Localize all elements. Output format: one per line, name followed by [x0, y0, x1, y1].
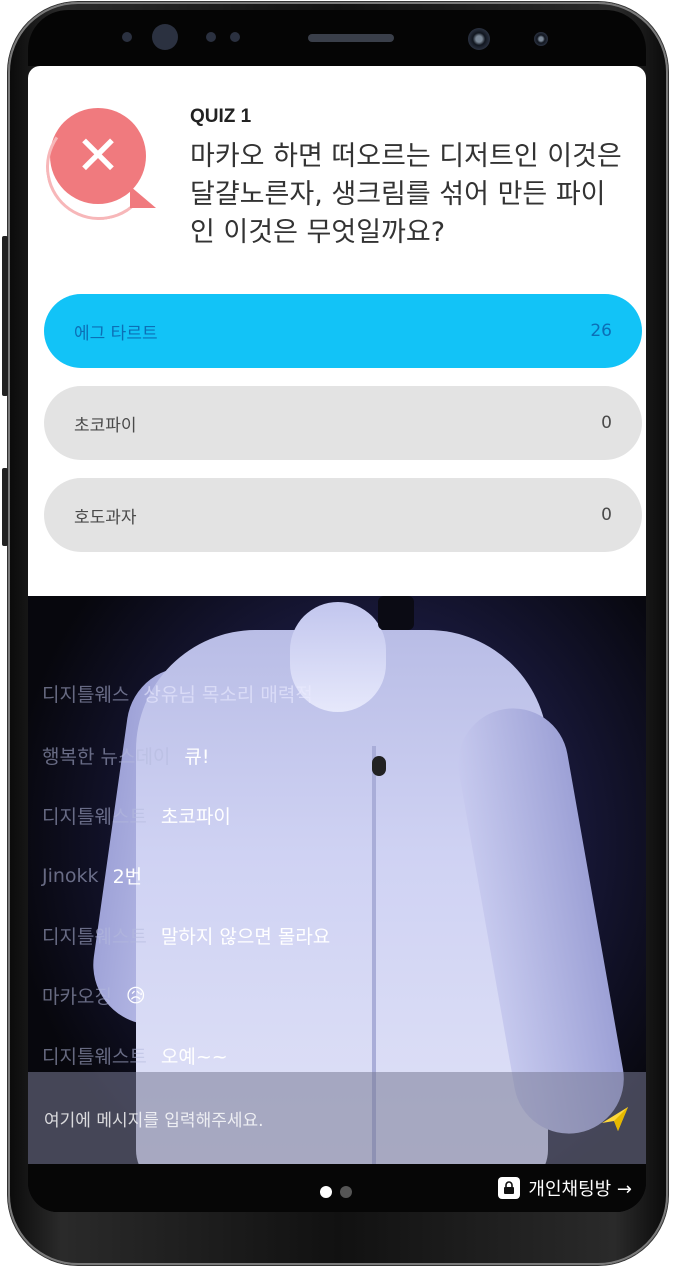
quiz-option-3[interactable]: 호도과자 0 — [44, 478, 642, 552]
sensor-dot — [122, 32, 132, 42]
private-chat-label: 개인채팅방 → — [528, 1179, 632, 1200]
chat-text: 2번 — [112, 866, 143, 888]
option-label: 에그 타르트 — [74, 323, 158, 344]
front-camera — [468, 28, 490, 50]
chat-username: 디지틀웨스 — [42, 684, 130, 706]
chat-text: 오예~~ — [160, 1046, 228, 1068]
chat-message: 행복한 뉴스데이 큐! — [42, 742, 210, 769]
quiz-number: QUIZ 1 — [190, 106, 252, 127]
app-screen: ✕ QUIZ 1 마카오 하면 떠오르는 디저트인 이것은 달걀노른자, 생크림… — [28, 66, 646, 1212]
option-count: 0 — [601, 413, 612, 433]
quiz-option-2[interactable]: 초코파이 0 — [44, 386, 642, 460]
quiz-option-1[interactable]: 에그 타르트 26 — [44, 294, 642, 368]
chat-username: 디지틀웨스트 — [42, 806, 147, 828]
earpiece-speaker — [308, 34, 394, 42]
message-input-bar[interactable]: 여기에 메시지를 입력해주세요. — [28, 1072, 646, 1164]
chat-message: Jinokk 2번 — [42, 862, 142, 889]
chat-message: 디지틀웨스트 오예~~ — [42, 1042, 228, 1069]
option-label: 초코파이 — [74, 415, 137, 436]
power-button — [2, 468, 8, 546]
sensor-dot — [152, 24, 178, 50]
chat-text: 상유님 목소리 매력적 — [143, 684, 313, 706]
send-icon[interactable] — [600, 1103, 630, 1133]
phone-top-bezel — [28, 10, 646, 66]
chat-text: 말하지 않으면 몰라요 — [160, 926, 331, 948]
chat-username: Jinokk — [42, 864, 99, 887]
quiz-question: 마카오 하면 떠오르는 디저트인 이것은 달걀노른자, 생크림를 섞어 만든 파… — [190, 141, 622, 248]
option-count: 0 — [601, 505, 612, 525]
option-count: 26 — [590, 321, 612, 341]
close-icon: ✕ — [75, 124, 121, 187]
chat-list: 디지틀웨스 상유님 목소리 매력적 행복한 뉴스데이 큐! 디지틀웨스트 초코파… — [28, 596, 646, 1069]
page-dot-active — [320, 1186, 332, 1198]
chat-text: 초코파이 — [160, 806, 231, 828]
chat-username: 마카오징 — [42, 986, 112, 1008]
front-sensor — [534, 32, 548, 46]
chat-emoji: 😥 — [125, 984, 146, 1007]
lock-icon — [498, 1177, 521, 1199]
volume-button — [2, 236, 8, 396]
quiz-card: ✕ QUIZ 1 마카오 하면 떠오르는 디저트인 이것은 달걀노른자, 생크림… — [28, 66, 646, 596]
wrong-answer-badge: ✕ — [50, 108, 156, 208]
chat-text: 큐! — [184, 746, 210, 768]
sensor-dot — [230, 32, 240, 42]
page-dot — [340, 1186, 352, 1198]
chat-username: 행복한 뉴스데이 — [42, 746, 171, 768]
chat-message: 디지틀웨스트 말하지 않으면 몰라요 — [42, 922, 330, 949]
page-indicator — [320, 1186, 352, 1198]
chat-message: 디지틀웨스트 초코파이 — [42, 802, 231, 829]
message-input[interactable]: 여기에 메시지를 입력해주세요. — [44, 1106, 600, 1131]
chat-message: 마카오징 😥 — [42, 982, 146, 1009]
sensor-dot — [206, 32, 216, 42]
chat-message: 디지틀웨스 상유님 목소리 매력적 — [42, 680, 313, 707]
chat-username: 디지틀웨스트 — [42, 1046, 147, 1068]
private-chat-button[interactable]: 개인채팅방 → — [498, 1175, 632, 1201]
option-label: 호도과자 — [74, 507, 137, 528]
chat-username: 디지틀웨스트 — [42, 926, 147, 948]
